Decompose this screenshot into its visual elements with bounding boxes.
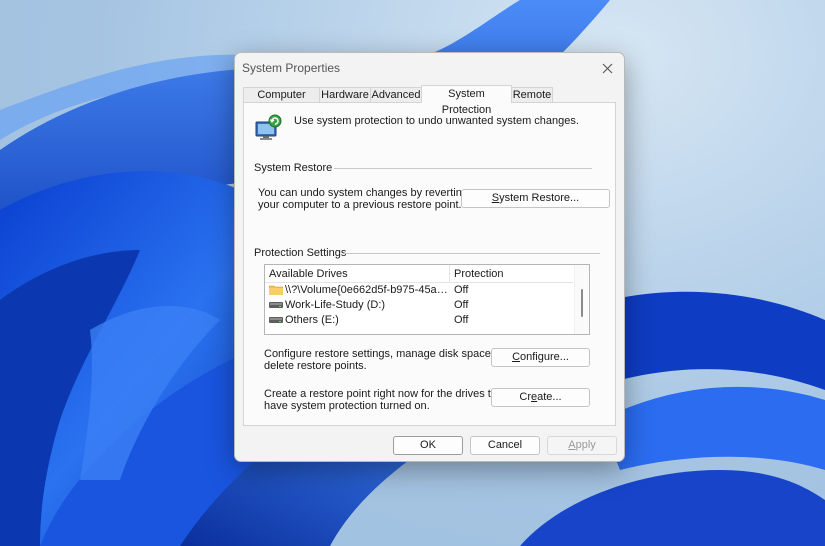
system-restore-divider	[334, 168, 592, 169]
column-header-protection[interactable]: Protection	[454, 268, 504, 280]
system-restore-button-post: ystem Restore...	[499, 192, 580, 204]
drive-icon	[269, 317, 283, 323]
protection-settings-group-label: Protection Settings	[254, 247, 353, 259]
system-properties-dialog: System Properties Computer Name Hardware…	[234, 52, 625, 462]
configure-description-line1: Configure restore settings, manage disk …	[264, 348, 516, 360]
drives-list-header: Available Drives Protection	[265, 265, 573, 283]
system-restore-description-line1: You can undo system changes by reverting	[258, 187, 468, 199]
available-drives-list[interactable]: Available Drives Protection \\?\Volume{0…	[264, 264, 590, 335]
configure-description: Configure restore settings, manage disk …	[264, 348, 515, 372]
configure-button-post: onfigure...	[520, 351, 569, 363]
apply-button-post: pply	[575, 439, 596, 451]
window-title: System Properties	[242, 61, 341, 75]
system-restore-description-line2: your computer to a previous restore poin…	[258, 199, 462, 211]
close-icon	[602, 63, 612, 73]
drives-list-scrollbar[interactable]	[574, 265, 589, 334]
tab-system-protection[interactable]: System Protection	[421, 85, 512, 116]
column-separator[interactable]	[449, 265, 450, 282]
create-button-pre: Cr	[519, 391, 531, 403]
system-restore-button[interactable]: System Restore...	[461, 189, 610, 208]
tab-computer-name[interactable]: Computer Name	[243, 87, 320, 116]
drive-name: Others (E:)	[285, 314, 339, 326]
configure-button[interactable]: Configure...	[491, 348, 590, 367]
drive-protection-status: Off	[454, 314, 469, 326]
drive-row[interactable]: \\?\Volume{0e662d5f-b975-45ac-88... Off	[265, 283, 573, 298]
protection-settings-divider	[344, 253, 600, 254]
drive-name: Work-Life-Study (D:)	[285, 299, 386, 311]
create-button-post: ate...	[537, 391, 562, 403]
close-button[interactable]	[596, 57, 618, 79]
tab-hardware[interactable]: Hardware	[319, 87, 371, 102]
configure-description-line2: delete restore points.	[264, 360, 367, 372]
system-restore-description: You can undo system changes by reverting…	[258, 187, 468, 211]
system-protection-panel: Use system protection to undo unwanted s…	[243, 102, 616, 426]
column-header-available-drives[interactable]: Available Drives	[269, 268, 348, 280]
apply-button-hotkey: A	[568, 439, 576, 451]
create-description-line1: Create a restore point right now for the…	[264, 388, 507, 400]
folder-icon	[269, 285, 283, 295]
create-button[interactable]: Create...	[491, 388, 590, 407]
apply-button[interactable]: Apply	[547, 436, 617, 455]
title-bar[interactable]: System Properties	[235, 53, 624, 83]
intro-text: Use system protection to undo unwanted s…	[294, 115, 579, 127]
scrollbar-thumb[interactable]	[581, 289, 583, 317]
create-description-line2: have system protection turned on.	[264, 400, 430, 412]
ok-button[interactable]: OK	[393, 436, 463, 455]
system-protection-icon	[255, 114, 282, 140]
tab-remote[interactable]: Remote	[511, 87, 553, 102]
drive-row[interactable]: Work-Life-Study (D:) Off	[265, 298, 573, 313]
system-restore-group-label: System Restore	[254, 162, 339, 174]
cancel-button[interactable]: Cancel	[470, 436, 540, 455]
drive-protection-status: Off	[454, 299, 469, 311]
drive-icon	[269, 302, 283, 308]
drive-row[interactable]: Others (E:) Off	[265, 313, 573, 328]
drive-protection-status: Off	[454, 284, 469, 296]
create-description: Create a restore point right now for the…	[264, 388, 506, 412]
configure-button-hotkey: C	[512, 351, 521, 363]
tab-advanced[interactable]: Advanced	[370, 87, 422, 102]
drive-name: \\?\Volume{0e662d5f-b975-45ac-88...	[285, 284, 449, 296]
